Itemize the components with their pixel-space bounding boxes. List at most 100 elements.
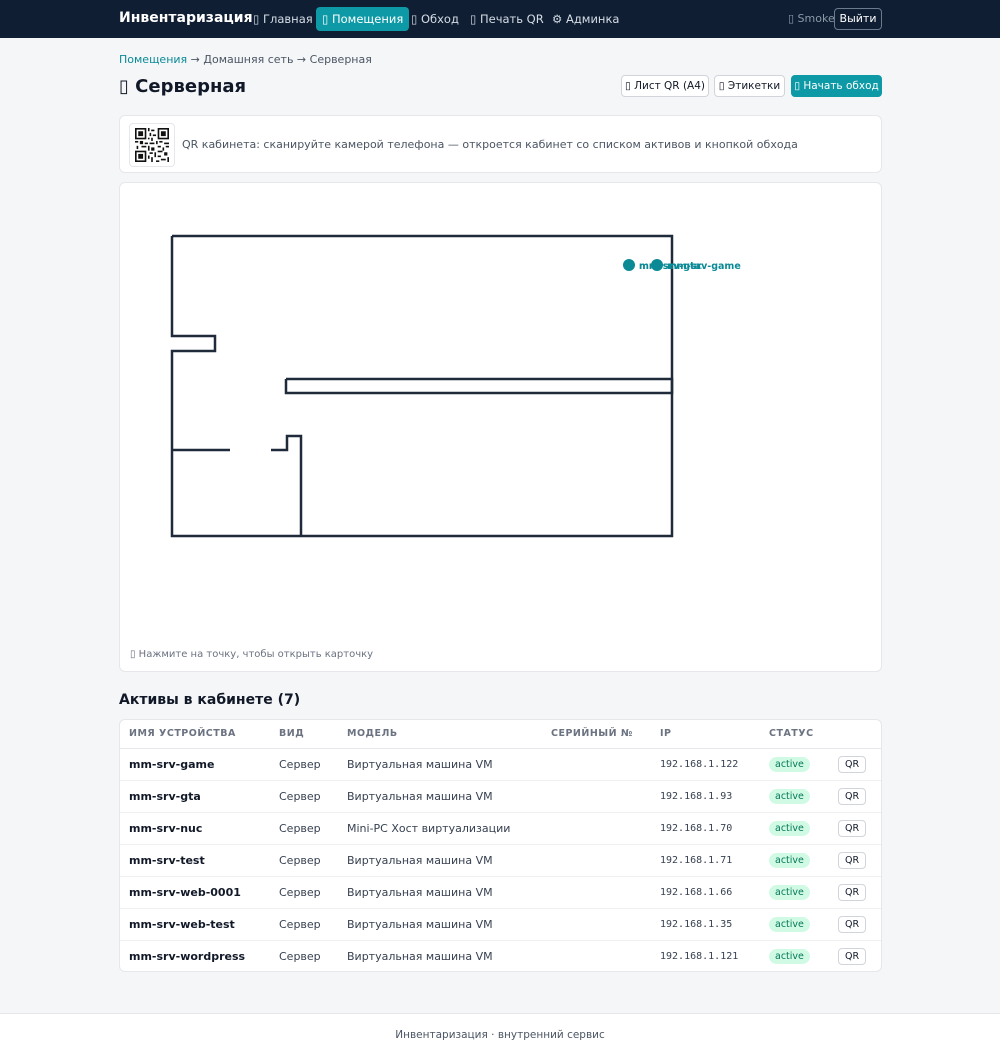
asset-actions-cell: QR [829, 940, 881, 971]
asset-qr-button[interactable]: QR [838, 883, 867, 901]
page-title: ▯ Серверная [119, 76, 247, 97]
asset-qr-button[interactable]: QR [838, 947, 867, 965]
asset-serial [542, 844, 651, 877]
asset-qr-button[interactable]: QR [838, 755, 867, 773]
asset-model: Mini-PC Хост виртуализации [338, 812, 542, 845]
asset-serial [542, 940, 651, 971]
col-header-serial[interactable]: СЕРИЙНЫЙ № [542, 720, 651, 749]
asset-qr-button[interactable]: QR [838, 851, 867, 869]
status-badge: active [769, 788, 810, 804]
col-header-model[interactable]: МОДЕЛЬ [338, 720, 542, 749]
asset-qr-button[interactable]: QR [838, 915, 867, 933]
breadcrumb-path: → Домашняя сеть → Серверная [187, 53, 372, 66]
brand-logo[interactable]: Инвентаризация [119, 10, 253, 26]
assets-table-card: ИМЯ УСТРОЙСТВА ВИД МОДЕЛЬ СЕРИЙНЫЙ № IP … [119, 719, 882, 972]
asset-name[interactable]: mm-srv-gta [120, 780, 270, 813]
table-row[interactable]: mm-srv-gta Сервер Виртуальная машина VM 192… [120, 780, 881, 813]
room-qr-card: QR кабинета: сканируйте камерой телефона… [119, 115, 882, 173]
nav-item-print-qr[interactable]: ▯ Печать QR [464, 7, 550, 31]
table-header: ИМЯ УСТРОЙСТВА ВИД МОДЕЛЬ СЕРИЙНЫЙ № IP … [120, 720, 881, 749]
start-round-button[interactable]: ▯ Начать обход [791, 75, 882, 97]
asset-actions-cell: QR [829, 844, 881, 877]
asset-model: Виртуальная машина VM [338, 748, 542, 781]
asset-type: Сервер [270, 844, 338, 877]
asset-name[interactable]: mm-srv-game [120, 748, 270, 781]
asset-name[interactable]: mm-srv-nuc [120, 812, 270, 845]
map-hint: ▯ Нажмите на точку, чтобы открыть карточ… [130, 649, 374, 660]
table-row[interactable]: mm-srv-web-test Сервер Виртуальная машина … [120, 908, 881, 941]
nav-item-admin[interactable]: ⚙ Админка [546, 7, 625, 31]
breadcrumb-rooms-link[interactable]: Помещения [119, 53, 187, 66]
col-header-name[interactable]: ИМЯ УСТРОЙСТВА [120, 720, 270, 749]
nav-item-home[interactable]: ▯ Главная [247, 7, 319, 31]
breadcrumb: Помещения → Домашняя сеть → Серверная [119, 53, 372, 66]
nav-item-round[interactable]: ▯ Обход [405, 7, 465, 31]
table-row[interactable]: mm-srv-web-0001 Сервер Виртуальная машина … [120, 876, 881, 909]
table-row[interactable]: mm-srv-test Сервер Виртуальная машина VM 19… [120, 844, 881, 877]
asset-ip: 192.168.1.35 [651, 908, 760, 941]
floor-plan-walls [170, 234, 674, 538]
asset-name[interactable]: mm-srv-test [120, 844, 270, 877]
floor-plan-card: mm-srv-gta mm-srv-game mm-srv-nuc ▯ Нажм… [119, 182, 882, 672]
asset-name[interactable]: mm-srv-wordpress [120, 940, 270, 971]
assets-table: ИМЯ УСТРОЙСТВА ВИД МОДЕЛЬ СЕРИЙНЫЙ № IP … [120, 720, 881, 971]
asset-ip: 192.168.1.122 [651, 748, 760, 781]
marker-dot[interactable] [623, 259, 635, 271]
asset-type: Сервер [270, 908, 338, 941]
logout-button[interactable]: Выйти [834, 8, 882, 30]
asset-ip: 192.168.1.71 [651, 844, 760, 877]
asset-type: Сервер [279, 949, 321, 963]
asset-actions-cell: QR [829, 748, 881, 781]
asset-actions-cell: QR [829, 780, 881, 813]
table-row[interactable]: mm-srv-wordpress Сервер Виртуальная машина… [120, 940, 881, 971]
asset-status-cell: active [760, 812, 829, 845]
asset-serial [542, 780, 651, 813]
asset-serial [542, 908, 651, 941]
asset-type: Сервер [270, 876, 338, 909]
table-row[interactable]: mm-srv-nuc Сервер Mini-PC Хост виртуализац… [120, 812, 881, 845]
asset-name[interactable]: mm-srv-web-test [120, 908, 270, 941]
asset-qr-button[interactable]: QR [838, 819, 867, 837]
footer: Инвентаризация · внутренний сервис [0, 1013, 1000, 1056]
status-badge: active [769, 884, 810, 900]
floor-plan: mm-srv-gta mm-srv-game mm-srv-nuc [170, 234, 741, 538]
asset-serial [542, 748, 651, 781]
asset-model: Виртуальная машина VM [347, 949, 493, 963]
asset-model: Виртуальная машина VM [338, 876, 542, 909]
qr-description: QR кабинета: сканируйте камерой телефона… [182, 138, 798, 151]
col-header-status[interactable]: СТАТУС [760, 720, 829, 749]
current-user: ▯ Smoke [788, 12, 835, 25]
status-badge: active [769, 756, 810, 772]
asset-serial [542, 876, 651, 909]
asset-name[interactable]: mm-srv-web-0001 [120, 876, 270, 909]
asset-model: Виртуальная машина VM [338, 908, 542, 941]
asset-status-cell: active [760, 876, 829, 909]
asset-actions-cell: QR [829, 908, 881, 941]
asset-status-cell: active [760, 748, 829, 781]
top-navbar: Инвентаризация ▯ Главная ▯ Помещения ▯ О… [0, 0, 1000, 38]
asset-model: Виртуальная машина VM [338, 844, 542, 877]
qr-code-icon [135, 128, 169, 162]
asset-qr-button[interactable]: QR [838, 787, 867, 805]
room-qr-code[interactable] [129, 123, 175, 167]
labels-button[interactable]: ▯ Этикетки [714, 75, 785, 97]
col-header-type[interactable]: ВИД [270, 720, 338, 749]
table-row[interactable]: mm-srv-game Сервер Виртуальная машина VM 19… [120, 748, 881, 781]
qr-sheet-button[interactable]: ▯ Лист QR (A4) [621, 75, 709, 97]
asset-ip: 192.168.1.93 [651, 780, 760, 813]
asset-type: Сервер [270, 812, 338, 845]
asset-status-cell: active [760, 780, 829, 813]
status-badge: active [769, 852, 810, 868]
asset-serial [542, 812, 651, 845]
asset-actions-cell: QR [829, 876, 881, 909]
asset-type: Сервер [270, 780, 338, 813]
marker-label-overlap: mm-srv-nuc [639, 261, 702, 272]
asset-ip: 192.168.1.66 [651, 876, 760, 909]
asset-actions-cell: QR [829, 812, 881, 845]
asset-ip: 192.168.1.70 [651, 812, 760, 845]
asset-status-cell: active [760, 844, 829, 877]
asset-model: Виртуальная машина VM [338, 780, 542, 813]
asset-status-cell: active [760, 940, 829, 971]
nav-item-rooms[interactable]: ▯ Помещения [316, 7, 410, 31]
col-header-ip[interactable]: IP [651, 720, 760, 749]
